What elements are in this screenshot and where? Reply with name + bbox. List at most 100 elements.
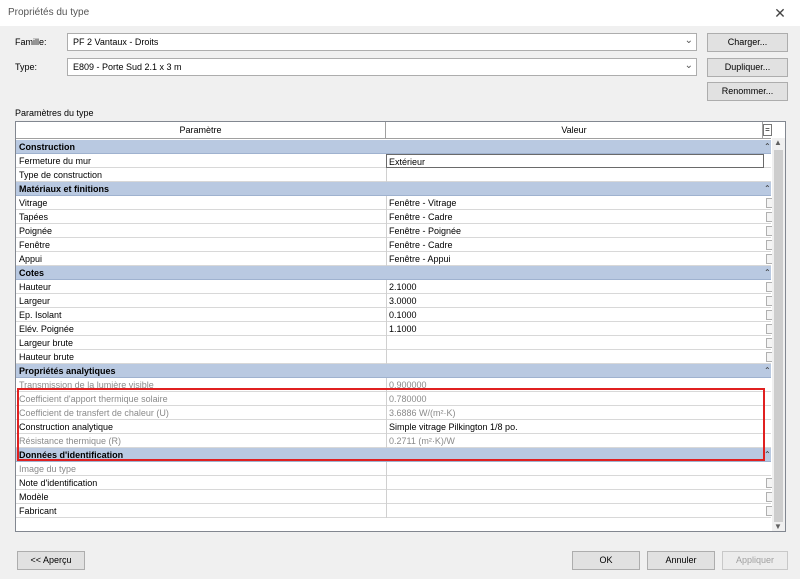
chevron-down-icon: ⌄ (684, 60, 693, 71)
table-row[interactable]: Hauteur brute (16, 350, 775, 364)
group-title: Données d'identification (19, 450, 124, 460)
equals-column-icon[interactable]: = (763, 124, 772, 136)
parameter-name: Elév. Poignée (19, 324, 74, 334)
rename-button[interactable]: Renommer... (707, 82, 788, 101)
grid-scrollbar[interactable]: ▲ ▼ (772, 138, 785, 531)
cancel-button[interactable]: Annuler (647, 551, 715, 570)
parameter-value[interactable]: Fenêtre - Poignée (386, 224, 764, 238)
parameter-value[interactable] (386, 490, 764, 504)
close-icon[interactable]: ✕ (760, 0, 800, 26)
family-label: Famille: (15, 37, 47, 47)
parameter-name: Tapées (19, 212, 49, 222)
parameter-name: Poignée (19, 226, 53, 236)
title-bar: Propriétés du type ✕ (0, 0, 800, 26)
table-row[interactable]: Largeur 3.0000 (16, 294, 775, 308)
scroll-up-arrow-icon[interactable]: ▲ (774, 138, 782, 147)
parameter-value[interactable]: Simple vitrage Pilkington 1/8 po. (386, 420, 764, 434)
type-select[interactable]: E809 - Porte Sud 2.1 x 3 m ⌄ (67, 58, 697, 76)
table-row[interactable]: Appui Fenêtre - Appui (16, 252, 775, 266)
grid-header: Paramètre Valeur = (16, 122, 772, 139)
parameter-name: Ep. Isolant (19, 310, 62, 320)
parameter-name: Construction analytique (19, 422, 114, 432)
parameter-value[interactable]: 3.6886 W/(m²·K) (386, 406, 764, 420)
parameter-value[interactable] (386, 462, 764, 476)
parameter-value[interactable] (386, 168, 764, 182)
collapse-icon[interactable]: ⌃ (764, 448, 771, 462)
parameter-name: Type de construction (19, 170, 103, 180)
parameter-name: Transmission de la lumière visible (19, 380, 154, 390)
table-row[interactable]: Type de construction (16, 168, 771, 182)
table-row[interactable]: Coefficient de transfert de chaleur (U) 3… (16, 406, 771, 420)
table-row[interactable]: Poignée Fenêtre - Poignée (16, 224, 775, 238)
parameter-value[interactable] (386, 476, 764, 490)
parameter-name: Hauteur brute (19, 352, 75, 362)
type-value: E809 - Porte Sud 2.1 x 3 m (73, 62, 182, 72)
table-row[interactable]: Largeur brute (16, 336, 775, 350)
collapse-icon[interactable]: ⌃ (764, 266, 771, 280)
parameter-name: Fermeture du mur (19, 156, 92, 166)
table-row[interactable]: Image du type (16, 462, 771, 476)
preview-button[interactable]: << Aperçu (17, 551, 85, 570)
collapse-icon[interactable]: ⌃ (764, 364, 771, 378)
table-row[interactable]: Modèle (16, 490, 775, 504)
collapse-icon[interactable]: ⌃ (764, 140, 771, 154)
parameter-value[interactable] (386, 504, 764, 518)
load-button[interactable]: Charger... (707, 33, 788, 52)
duplicate-button[interactable]: Dupliquer... (707, 58, 788, 77)
parameter-name: Coefficient de transfert de chaleur (U) (19, 408, 169, 418)
parameter-value[interactable]: 1.1000 (386, 322, 764, 336)
table-row[interactable]: Ep. Isolant 0.1000 (16, 308, 775, 322)
family-select[interactable]: PF 2 Vantaux - Droits ⌄ (67, 33, 697, 51)
parameter-name: Largeur brute (19, 338, 74, 348)
table-row[interactable]: Note d'identification (16, 476, 775, 490)
group-header[interactable]: Matériaux et finitions ⌃ (16, 182, 771, 196)
type-label: Type: (15, 62, 38, 72)
parameter-value[interactable]: 0.2711 (m²·K)/W (386, 434, 764, 448)
group-title: Construction (19, 142, 75, 152)
table-row[interactable]: Vitrage Fenêtre - Vitrage (16, 196, 775, 210)
table-row[interactable]: Tapées Fenêtre - Cadre (16, 210, 775, 224)
scrollbar-thumb[interactable] (774, 150, 783, 522)
group-header[interactable]: Cotes ⌃ (16, 266, 771, 280)
parameter-value[interactable]: Fenêtre - Appui (386, 252, 764, 266)
parameter-name: Note d'identification (19, 478, 98, 488)
parameter-name: Résistance thermique (R) (19, 436, 122, 446)
table-row[interactable]: Transmission de la lumière visible 0.9000… (16, 378, 771, 392)
parameter-name: Appui (19, 254, 43, 264)
parameter-value[interactable]: Extérieur (386, 154, 764, 168)
parameter-value[interactable]: Fenêtre - Cadre (386, 210, 764, 224)
group-header[interactable]: Propriétés analytiques ⌃ (16, 364, 771, 378)
table-row[interactable]: Fermeture du mur Extérieur (16, 154, 771, 168)
table-row[interactable]: Elév. Poignée 1.1000 (16, 322, 775, 336)
table-row[interactable]: Hauteur 2.1000 (16, 280, 775, 294)
parameter-name: Coefficient d'apport thermique solaire (19, 394, 168, 404)
column-header-value[interactable]: Valeur (386, 122, 763, 139)
group-title: Matériaux et finitions (19, 184, 110, 194)
parameter-name: Modèle (19, 492, 49, 502)
family-value: PF 2 Vantaux - Droits (73, 37, 159, 47)
table-row[interactable]: Fenêtre Fenêtre - Cadre (16, 238, 775, 252)
parameter-value[interactable]: 0.900000 (386, 378, 764, 392)
parameter-value[interactable]: 0.780000 (386, 392, 764, 406)
group-header[interactable]: Construction ⌃ (16, 140, 771, 154)
parameter-value[interactable] (386, 350, 764, 364)
table-row[interactable]: Coefficient d'apport thermique solaire 0.… (16, 392, 771, 406)
group-title: Cotes (19, 268, 45, 278)
apply-button[interactable]: Appliquer (722, 551, 788, 570)
parameter-value[interactable] (386, 336, 764, 350)
scroll-down-arrow-icon[interactable]: ▼ (774, 522, 782, 531)
column-header-parameter[interactable]: Paramètre (16, 122, 386, 139)
parameter-name: Fabricant (19, 506, 57, 516)
parameter-value[interactable]: Fenêtre - Vitrage (386, 196, 764, 210)
parameter-value[interactable]: Fenêtre - Cadre (386, 238, 764, 252)
parameter-name: Hauteur (19, 282, 52, 292)
table-row[interactable]: Construction analytique Simple vitrage Pi… (16, 420, 771, 434)
parameter-value[interactable]: 0.1000 (386, 308, 764, 322)
parameter-value[interactable]: 3.0000 (386, 294, 764, 308)
collapse-icon[interactable]: ⌃ (764, 182, 771, 196)
table-row[interactable]: Résistance thermique (R) 0.2711 (m²·K)/W (16, 434, 771, 448)
table-row[interactable]: Fabricant (16, 504, 775, 518)
parameter-value[interactable]: 2.1000 (386, 280, 764, 294)
ok-button[interactable]: OK (572, 551, 640, 570)
group-header[interactable]: Données d'identification ⌃ (16, 448, 771, 462)
